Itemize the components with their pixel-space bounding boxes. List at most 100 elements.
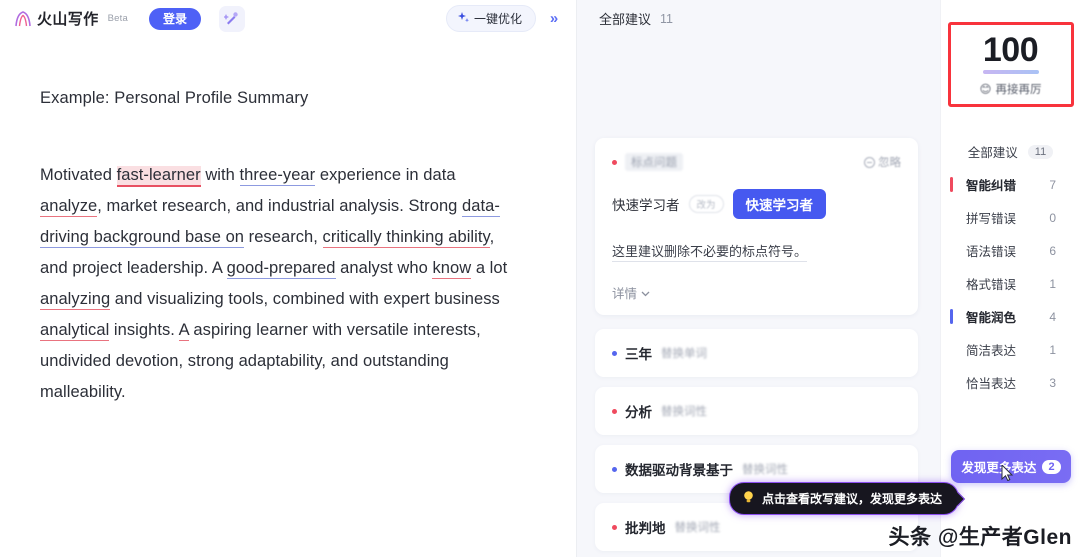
magic-wand-icon[interactable] (218, 5, 245, 32)
sidebar-item-语法错误[interactable]: 语法错误 6 (941, 234, 1080, 267)
lightbulb-icon (742, 490, 755, 507)
sidebar-item-all-suggestions[interactable]: 全部建议 11 (941, 135, 1080, 168)
category-count: 1 (1049, 276, 1056, 291)
category-count: 4 (1049, 309, 1056, 324)
category-name: 简洁表达 (966, 344, 1017, 358)
category-count: 7 (1049, 177, 1056, 192)
brand: 火山写作 Beta (12, 8, 131, 29)
minus-circle-icon (864, 156, 875, 168)
category-name: 拼写错误 (966, 212, 1017, 226)
document-body[interactable]: Motivated fast-learner with three-year e… (40, 160, 520, 408)
inline-suggestion-mark[interactable]: analyze (40, 197, 98, 217)
category-name: 智能润色 (966, 311, 1017, 325)
category-accent-bar (950, 177, 953, 192)
suggestions-header: 全部建议 11 (577, 0, 940, 37)
suggestion-rows: 三年 替换单词 分析 替换词性 数据驱动背景基于 替换词性 批判地 替换词性 (595, 329, 918, 551)
suggestion-row[interactable]: 三年 替换单词 (595, 329, 918, 377)
sidebar-category-list: 智能纠错 7 拼写错误 0 语法错误 6 格式错误 1 智能润色 4 简洁表达 1 恰当表达 3 (941, 168, 1080, 399)
mouse-cursor-icon (1001, 465, 1014, 481)
category-name: 恰当表达 (966, 377, 1017, 391)
category-name: 格式错误 (966, 278, 1017, 292)
category-count: 6 (1049, 243, 1056, 258)
category-accent-bar (950, 309, 953, 324)
brand-name: 火山写作 (37, 11, 99, 28)
one-click-optimize-button[interactable]: 一键优化 (445, 5, 536, 32)
sidebar-item-简洁表达[interactable]: 简洁表达 1 (941, 333, 1080, 366)
details-label: 详情 (612, 287, 638, 301)
smile-emoji-icon: 😊 (979, 84, 992, 96)
category-count: 0 (1049, 210, 1056, 225)
inline-suggestion-mark[interactable]: analytical (40, 321, 110, 341)
suggestion-row-word: 数据驱动背景基于 (625, 463, 733, 478)
suggestion-row-word: 分析 (625, 405, 652, 420)
score-annotation-box: 100 😊 再接再厉 (947, 22, 1074, 107)
app-root: 火山写作 Beta 登录 一键优化 » Example: Personal Pr… (0, 0, 1080, 557)
suggestion-row-kind: 替换词性 (661, 406, 707, 418)
suggestion-card-active[interactable]: 标点问题 忽略 快速学习者 改为 快速学习者 这里建议删除不必要的标点符号。 详… (595, 138, 918, 315)
original-text: 快速学习者 (612, 198, 680, 213)
score-sidebar: 100 😊 再接再厉 全部建议 11 智能纠错 7 拼写错误 0 语法错误 6 格式错误 1 智… (940, 0, 1080, 557)
inline-suggestion-mark[interactable]: know (432, 259, 472, 279)
suggestion-row-kind: 替换词性 (742, 464, 788, 476)
document-area[interactable]: Example: Personal Profile Summary Motiva… (0, 37, 576, 557)
severity-dot-icon (612, 466, 617, 472)
category-count: 1 (1049, 342, 1056, 357)
suggestions-header-count: 11 (660, 11, 673, 26)
suggestion-row[interactable]: 分析 替换词性 (595, 387, 918, 435)
chevron-down-icon (641, 286, 650, 300)
all-suggestions-count: 11 (1027, 144, 1054, 159)
suggestions-header-title: 全部建议 (599, 12, 652, 27)
suggestion-description: 这里建议删除不必要的标点符号。 (612, 241, 808, 262)
score-caption: 😊 再接再厉 (980, 81, 1042, 97)
suggestion-card-header: 标点问题 忽略 (612, 153, 901, 171)
document-title: Example: Personal Profile Summary (40, 89, 309, 107)
category-name: 智能纠错 (966, 179, 1017, 193)
sidebar-item-智能润色[interactable]: 智能润色 4 (941, 300, 1080, 333)
change-to-chip: 改为 (688, 195, 724, 213)
suggestion-row-kind: 替换单词 (661, 348, 707, 360)
apply-replacement-button[interactable]: 快速学习者 (732, 189, 827, 219)
replacement-row: 快速学习者 改为 快速学习者 (612, 189, 901, 219)
rewrite-hint-tooltip: 点击查看改写建议，发现更多表达 (729, 482, 960, 515)
top-toolbar: 火山写作 Beta 登录 一键优化 » (0, 0, 576, 37)
inline-suggestion-mark[interactable]: A (178, 321, 189, 341)
severity-dot-icon (612, 408, 617, 414)
suggestion-tag-label: 标点问题 (625, 153, 683, 171)
watermark: 头条 @生产者Glen (888, 526, 1072, 549)
score-panel: 100 😊 再接再厉 (947, 22, 1074, 107)
sparkle-icon (457, 11, 470, 27)
inline-suggestion-mark[interactable]: three-year (239, 166, 316, 186)
score-caption-text: 再接再厉 (995, 84, 1042, 96)
collapse-panel-icon[interactable]: » (542, 7, 566, 31)
score-progress-bar (982, 70, 1039, 74)
volcano-logo-icon (12, 9, 34, 29)
suggestion-details-toggle[interactable]: 详情 (612, 283, 901, 302)
category-count: 3 (1049, 375, 1056, 390)
ignore-button[interactable]: 忽略 (864, 154, 901, 170)
inline-suggestion-mark[interactable]: good-prepared (226, 259, 336, 279)
suggestion-row-word: 批判地 (625, 521, 666, 536)
suggestion-row-kind: 替换词性 (674, 522, 721, 534)
beta-badge: Beta (107, 13, 128, 24)
suggestion-row-word: 三年 (625, 347, 652, 362)
inline-suggestion-mark[interactable]: analyzing (40, 290, 111, 310)
login-button[interactable]: 登录 (148, 7, 201, 30)
discover-label: 发现更多表达 (961, 461, 1037, 475)
editor-column: 火山写作 Beta 登录 一键优化 » Example: Personal Pr… (0, 0, 577, 557)
toolbar-right-group: 一键优化 » (445, 5, 566, 32)
discover-count-badge: 2 (1042, 459, 1061, 474)
one-click-optimize-label: 一键优化 (473, 12, 522, 26)
suggestions-column: 全部建议 11 标点问题 忽略 快速学习者 改为 快速学习者 这里建议删除不必要… (577, 0, 960, 557)
severity-dot-icon (612, 350, 617, 356)
sidebar-item-拼写错误[interactable]: 拼写错误 0 (941, 201, 1080, 234)
sidebar-item-智能纠错[interactable]: 智能纠错 7 (941, 168, 1080, 201)
category-name: 语法错误 (966, 245, 1017, 259)
score-value: 100 (982, 31, 1039, 69)
all-suggestions-label: 全部建议 (967, 146, 1018, 160)
sidebar-item-格式错误[interactable]: 格式错误 1 (941, 267, 1080, 300)
inline-suggestion-mark[interactable]: fast-learner (116, 166, 201, 187)
severity-dot-icon (612, 524, 617, 530)
tooltip-text: 点击查看改写建议，发现更多表达 (762, 492, 943, 506)
inline-suggestion-mark[interactable]: critically thinking ability (322, 228, 490, 248)
sidebar-item-恰当表达[interactable]: 恰当表达 3 (941, 366, 1080, 399)
